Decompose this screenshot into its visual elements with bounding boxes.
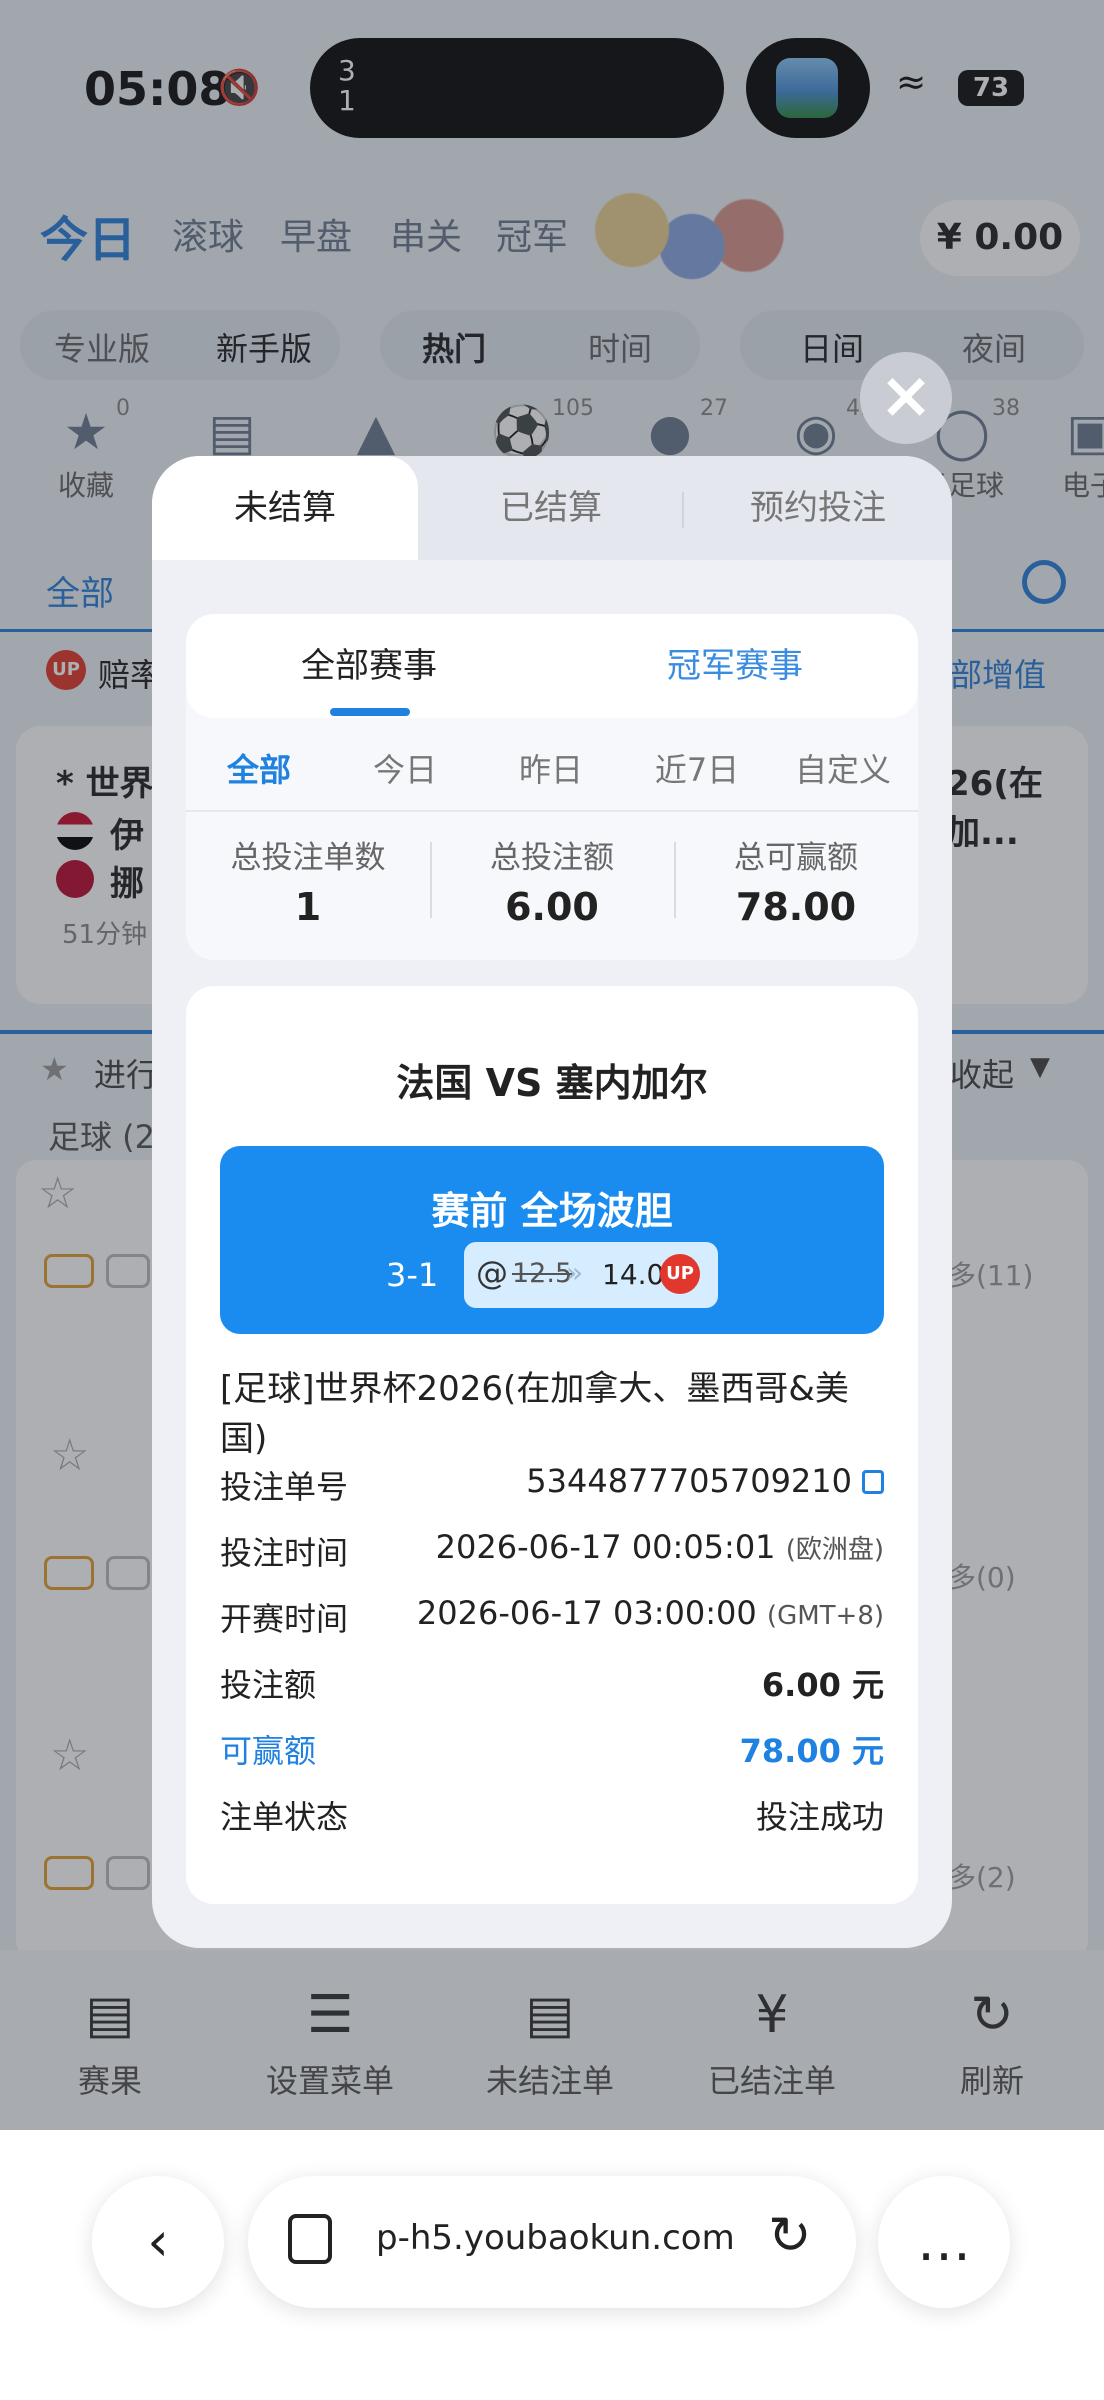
- at-symbol: @: [476, 1254, 508, 1292]
- row-label: 投注时间: [220, 1534, 349, 1572]
- close-icon[interactable]: ×: [860, 352, 952, 444]
- period-all[interactable]: 全部: [186, 728, 332, 812]
- copy-icon[interactable]: [862, 1470, 884, 1494]
- tab-reserved[interactable]: 预约投注: [684, 456, 952, 560]
- segment-champion-events[interactable]: 冠军赛事: [552, 614, 918, 718]
- row-status: 注单状态 投注成功: [220, 1792, 884, 1842]
- period-yesterday[interactable]: 昨日: [478, 728, 624, 812]
- bet-time-value: 2026-06-17 00:05:01: [435, 1528, 776, 1566]
- bet-record-modal: 未结算 已结算 预约投注 全部赛事 冠军赛事 全部 今日 昨日 近7日 自定义 …: [152, 456, 952, 1948]
- bet-stats: 总投注单数 1 总投注额 6.00 总可赢额 78.00: [186, 814, 918, 960]
- potential-win-value: 78.00 元: [739, 1732, 884, 1770]
- segment-all-events[interactable]: 全部赛事: [186, 614, 552, 718]
- row-stake: 投注额 6.00 元: [220, 1660, 884, 1710]
- back-button[interactable]: ‹: [92, 2176, 224, 2308]
- row-label: 可赢额: [220, 1732, 317, 1770]
- row-label: 注单状态: [220, 1798, 349, 1836]
- stat-total-count: 总投注单数 1: [186, 832, 430, 929]
- bet-id-value: 5344877705709210: [526, 1462, 852, 1500]
- chevron-left-icon: ‹: [147, 2210, 169, 2273]
- stat-value: 1: [294, 885, 322, 929]
- league-name: [足球]世界杯2026(在加拿大、墨西哥&美国): [220, 1369, 849, 1459]
- row-value: 2026-06-17 00:05:01 (欧洲盘): [436, 1528, 884, 1566]
- address-bar[interactable]: p-h5.youbaokun.com ↻: [248, 2176, 856, 2308]
- odds-pill: @ 12.5 » 14.0 UP: [464, 1242, 718, 1308]
- bet-status-tabs: 未结算 已结算 预约投注: [152, 456, 952, 560]
- stat-total-stake: 总投注额 6.00: [430, 832, 674, 929]
- row-bet-time: 投注时间 2026-06-17 00:05:01 (欧洲盘): [220, 1528, 884, 1578]
- url-text: p-h5.youbaokun.com: [376, 2218, 735, 2258]
- kickoff-value: 2026-06-17 03:00:00: [416, 1594, 757, 1632]
- summary-card: 全部赛事 冠军赛事 全部 今日 昨日 近7日 自定义 总投注单数 1 总投注额 6.…: [186, 614, 918, 960]
- segment-indicator: [330, 708, 410, 716]
- row-label: 投注单号: [220, 1468, 349, 1506]
- selection-score: 3-1: [386, 1256, 439, 1294]
- more-button[interactable]: …: [878, 2176, 1010, 2308]
- bet-detail-card: 法国 VS 塞内加尔 赛前 全场波胆 3-1 @ 12.5 » 14.0 UP …: [186, 986, 918, 1904]
- stat-value: 78.00: [735, 885, 857, 929]
- stat-total-win: 总可赢额 78.00: [674, 832, 918, 929]
- period-filter: 全部 今日 昨日 近7日 自定义: [186, 728, 918, 812]
- reload-icon[interactable]: ↻: [768, 2206, 812, 2266]
- bet-selection-box: 赛前 全场波胆 3-1 @ 12.5 » 14.0 UP: [220, 1146, 884, 1334]
- period-today[interactable]: 今日: [332, 728, 478, 812]
- status-value: 投注成功: [755, 1798, 884, 1836]
- event-type-segment: 全部赛事 冠军赛事: [186, 614, 918, 718]
- browser-toolbar: ‹ p-h5.youbaokun.com ↻ …: [0, 2130, 1104, 2400]
- stat-label: 总投注额: [490, 840, 614, 876]
- stat-value: 6.00: [505, 885, 599, 929]
- odds-type: (欧洲盘): [785, 1535, 884, 1565]
- tabs-icon[interactable]: [288, 2214, 332, 2264]
- row-bet-id: 投注单号 5344877705709210: [220, 1462, 884, 1512]
- period-custom[interactable]: 自定义: [770, 728, 916, 812]
- stat-label: 总投注单数: [230, 840, 386, 876]
- row-kickoff-time: 开赛时间 2026-06-17 03:00:00 (GMT+8): [220, 1594, 884, 1644]
- stake-value: 6.00 元: [761, 1666, 884, 1704]
- double-chevron-icon: »: [566, 1256, 584, 1289]
- stat-label: 总可赢额: [734, 840, 858, 876]
- tab-settled[interactable]: 已结算: [418, 456, 684, 560]
- match-teams: 法国 VS 塞内加尔: [396, 1061, 708, 1105]
- row-value: 5344877705709210: [526, 1462, 884, 1500]
- row-potential-win: 可赢额 78.00 元: [220, 1726, 884, 1776]
- row-label: 投注额: [220, 1666, 317, 1704]
- row-value: 2026-06-17 03:00:00 (GMT+8): [417, 1594, 884, 1632]
- period-7days[interactable]: 近7日: [624, 728, 770, 812]
- tab-unsettled[interactable]: 未结算: [152, 456, 418, 560]
- ellipsis-icon: …: [917, 2210, 971, 2273]
- timezone: (GMT+8): [766, 1601, 884, 1631]
- old-odds: 12.5: [512, 1258, 573, 1289]
- row-label: 开赛时间: [220, 1600, 349, 1638]
- up-badge-icon: UP: [660, 1254, 700, 1294]
- market-name: 赛前 全场波胆: [431, 1189, 673, 1233]
- new-odds: 14.0: [602, 1258, 665, 1291]
